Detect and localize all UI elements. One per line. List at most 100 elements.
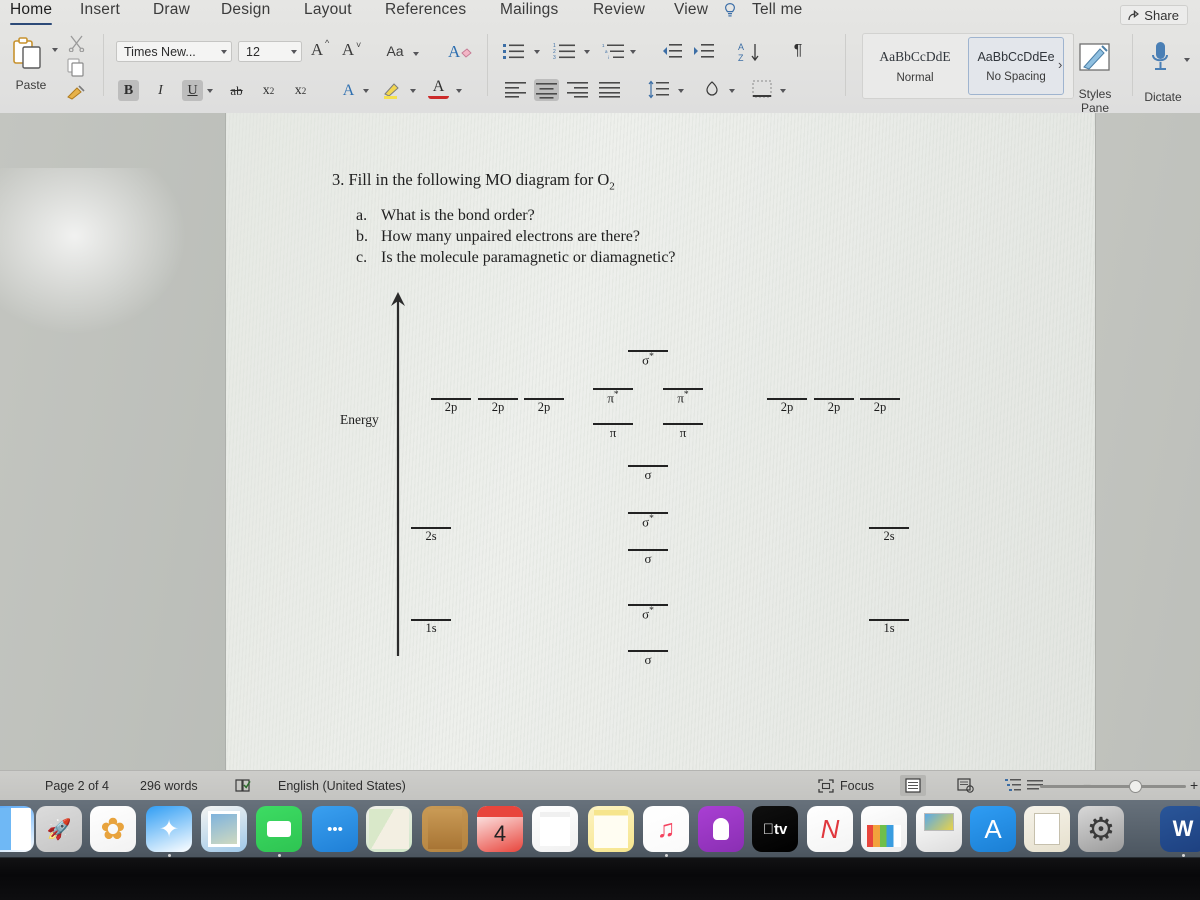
dock-icon-apple-tv[interactable]: tv	[752, 806, 798, 852]
svg-text:Z: Z	[738, 53, 744, 63]
sub-question-letter: c.	[356, 249, 368, 266]
dock-icon-safari[interactable]: ✦	[146, 806, 192, 852]
shading-caret[interactable]	[729, 89, 735, 93]
superscript-button[interactable]: x	[295, 83, 302, 99]
align-right-icon[interactable]	[567, 81, 588, 98]
numbered-list-caret[interactable]	[584, 50, 590, 54]
dock-icon-photos[interactable]: ✿	[90, 806, 136, 852]
change-case-button[interactable]: Aa	[382, 43, 408, 59]
line-spacing-icon[interactable]	[648, 80, 670, 99]
change-case-caret[interactable]	[413, 52, 419, 56]
font-family-combo[interactable]: Times New...	[116, 41, 232, 62]
text-effects-caret[interactable]	[363, 89, 369, 93]
dock-icon-microsoft-word[interactable]: W	[1160, 806, 1200, 852]
svg-text:A: A	[738, 42, 744, 52]
ribbon-tab-view[interactable]: View	[674, 1, 708, 19]
dock-icon-reminders[interactable]	[532, 806, 578, 852]
dock-icon-app-store[interactable]: A	[970, 806, 1016, 852]
zoom-slider-knob[interactable]	[1129, 780, 1142, 793]
microphone-icon[interactable]	[1148, 40, 1172, 74]
ribbon-tab-references[interactable]: References	[385, 1, 466, 19]
dock-icon-system-preferences[interactable]: ⚙	[1078, 806, 1124, 852]
paste-dropdown-caret[interactable]	[52, 48, 58, 52]
web-layout-view-button[interactable]	[952, 775, 978, 796]
dock-icon-maps[interactable]	[366, 806, 412, 852]
italic-button[interactable]: I	[150, 80, 171, 101]
styles-gallery-more-button[interactable]: ›	[1058, 57, 1062, 72]
print-layout-view-button[interactable]	[900, 775, 926, 796]
dock-icon-music[interactable]: ♫	[643, 806, 689, 852]
dock-icon-podcasts[interactable]	[698, 806, 744, 852]
copy-icon[interactable]	[67, 58, 86, 77]
underline-button[interactable]: U	[182, 80, 203, 101]
increase-indent-icon[interactable]	[692, 42, 714, 60]
style-card-normal[interactable]: AaBbCcDdE Normal	[867, 37, 963, 95]
dock-icon-calendar[interactable]: 4	[477, 806, 523, 852]
ribbon-tab-tell-me[interactable]: Tell me	[752, 1, 803, 19]
font-color-caret[interactable]	[456, 89, 462, 93]
dock-icon-news[interactable]: N	[807, 806, 853, 852]
styles-pane-icon[interactable]	[1078, 42, 1112, 74]
ribbon-tab-draw[interactable]: Draw	[153, 1, 190, 19]
numbered-list-icon[interactable]: 1 2 3	[553, 42, 576, 60]
energy-axis-arrow-icon	[391, 292, 405, 656]
strikethrough-button[interactable]: ab	[226, 80, 247, 101]
focus-label[interactable]: Focus	[840, 779, 874, 793]
show-formatting-marks-button[interactable]: ¶	[788, 42, 808, 60]
clear-formatting-icon[interactable]: A	[448, 40, 474, 64]
ribbon-tab-insert[interactable]: Insert	[80, 1, 120, 19]
dock-icon-facetime[interactable]	[256, 806, 302, 852]
dock-icon-notes[interactable]	[588, 806, 634, 852]
dock-icon-launchpad[interactable]: 🚀	[36, 806, 82, 852]
dock-icon-keynote[interactable]	[916, 806, 962, 852]
sort-icon[interactable]: A Z	[738, 41, 764, 63]
cut-icon[interactable]	[68, 34, 85, 52]
dock-icon-messages[interactable]: •••	[312, 806, 358, 852]
decrease-indent-icon[interactable]	[660, 42, 682, 60]
dictate-caret[interactable]	[1184, 58, 1190, 62]
bullet-list-icon[interactable]	[503, 42, 525, 60]
borders-caret[interactable]	[780, 89, 786, 93]
align-center-button[interactable]	[534, 79, 559, 101]
share-button[interactable]: Share	[1120, 5, 1188, 25]
paste-icon[interactable]	[10, 36, 48, 72]
style-card-no-spacing[interactable]: AaBbCcDdEe No Spacing	[968, 37, 1064, 95]
font-size-combo[interactable]: 12	[238, 41, 302, 62]
multilevel-list-icon[interactable]: 1 a i	[602, 42, 625, 60]
multilevel-list-caret[interactable]	[630, 50, 636, 54]
proofing-icon[interactable]	[234, 778, 252, 794]
format-painter-icon[interactable]	[66, 84, 86, 101]
focus-icon[interactable]	[818, 779, 834, 793]
justify-icon[interactable]	[599, 81, 620, 98]
language-indicator[interactable]: English (United States)	[278, 779, 406, 793]
subscript-button[interactable]: x	[263, 83, 270, 99]
word-count[interactable]: 296 words	[140, 779, 198, 793]
dock-icon-preview[interactable]	[201, 806, 247, 852]
borders-icon[interactable]	[752, 80, 772, 99]
dock-icon-pages[interactable]	[1024, 806, 1070, 852]
shading-icon[interactable]	[703, 80, 723, 99]
dock-icon-numbers[interactable]	[861, 806, 907, 852]
document-page[interactable]: 3. Fill in the following MO diagram for …	[226, 113, 1095, 770]
dock-icon-art	[267, 821, 291, 837]
ribbon-tab-design[interactable]: Design	[221, 1, 270, 19]
ribbon-tab-review[interactable]: Review	[593, 1, 645, 19]
font-color-button[interactable]: A	[428, 78, 449, 99]
ribbon-tab-layout[interactable]: Layout	[304, 1, 352, 19]
subscript-sup: 2	[269, 85, 275, 96]
highlight-icon[interactable]	[382, 80, 404, 100]
text-effects-button[interactable]: A	[338, 80, 359, 101]
page-indicator[interactable]: Page 2 of 4	[45, 779, 109, 793]
line-spacing-caret[interactable]	[678, 89, 684, 93]
align-left-icon[interactable]	[505, 81, 526, 98]
dock-icon-contacts[interactable]	[422, 806, 468, 852]
bullet-list-caret[interactable]	[534, 50, 540, 54]
ribbon-tab-home[interactable]: Home	[10, 1, 53, 25]
underline-caret[interactable]	[207, 89, 213, 93]
highlight-caret[interactable]	[410, 89, 416, 93]
zoom-in-button[interactable]: +	[1190, 777, 1198, 793]
ribbon-tab-mailings[interactable]: Mailings	[500, 1, 558, 19]
zoom-slider-track[interactable]	[1040, 785, 1186, 788]
bold-button[interactable]: B	[118, 80, 139, 101]
dock-icon-finder[interactable]	[0, 806, 34, 852]
